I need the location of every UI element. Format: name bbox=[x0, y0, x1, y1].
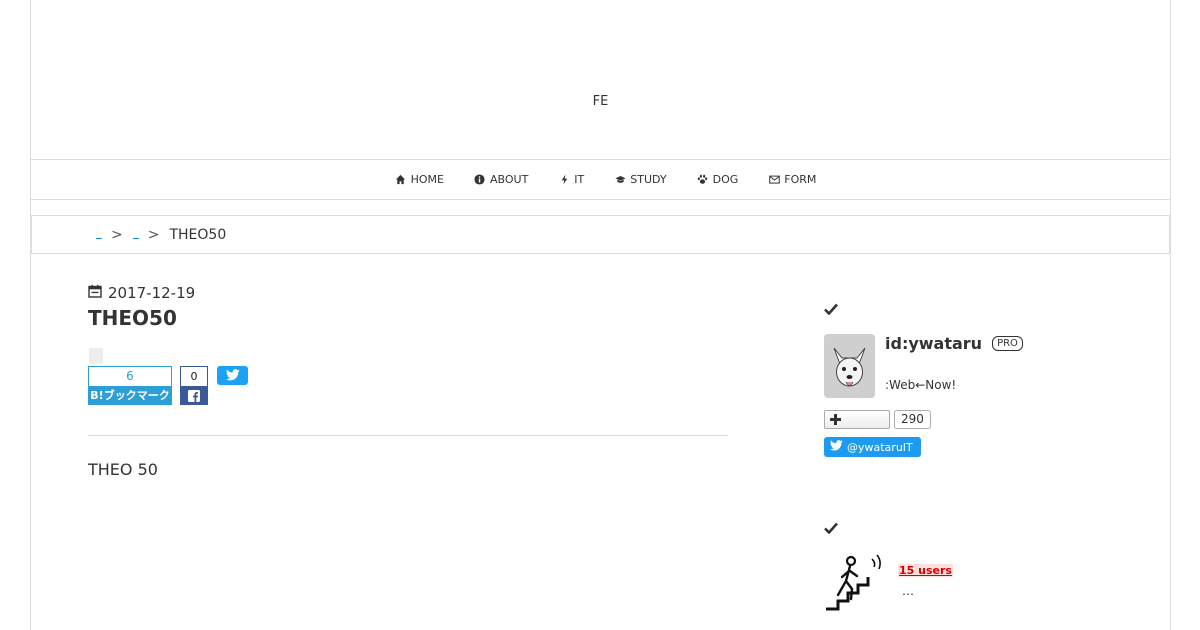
profile-description: :Web←Now! bbox=[885, 378, 957, 392]
profile-id-link[interactable]: id:ywataru PRO bbox=[885, 334, 1023, 353]
global-nav: HOME ABOUT IT STUDY DOG FORM bbox=[31, 160, 1170, 200]
nav-item-study[interactable]: STUDY bbox=[614, 173, 667, 186]
nav-label: DOG bbox=[712, 173, 739, 186]
entry-body: THEO 50 bbox=[88, 460, 158, 479]
follow-button[interactable] bbox=[824, 410, 890, 429]
page-wrapper: FE HOME ABOUT IT STUDY DOG FORM > > THEO… bbox=[30, 0, 1171, 630]
nav-label: HOME bbox=[410, 173, 444, 186]
sidebar-entry: 15 users … bbox=[824, 551, 1124, 613]
hatena-bookmark-button[interactable]: 6 B!ブックマーク bbox=[88, 366, 172, 406]
nav-label: FORM bbox=[784, 173, 817, 186]
nav-item-form[interactable]: FORM bbox=[768, 173, 816, 186]
breadcrumb-link-home[interactable] bbox=[96, 231, 102, 239]
entry-date-text: 2017-12-19 bbox=[108, 284, 196, 302]
nav-item-it[interactable]: IT bbox=[558, 173, 584, 186]
stairs-climber-image[interactable] bbox=[824, 551, 886, 613]
graduation-cap-icon bbox=[614, 174, 626, 186]
profile-text: id:ywataru PRO :Web←Now! bbox=[885, 334, 1023, 398]
pro-badge: PRO bbox=[992, 336, 1023, 351]
twitter-share-button[interactable] bbox=[217, 366, 248, 385]
twitter-follow-button[interactable]: @ywataruIT bbox=[824, 437, 921, 457]
hatena-bookmark-label: B!ブックマーク bbox=[88, 386, 172, 405]
breadcrumb-link-category[interactable] bbox=[132, 231, 139, 239]
share-buttons: 6 B!ブックマーク 0 bbox=[88, 366, 728, 406]
follower-count[interactable]: 290 bbox=[894, 410, 931, 429]
sidebar-entry-info: 15 users … bbox=[898, 559, 953, 613]
profile-id: id:ywataru bbox=[885, 334, 983, 353]
home-icon bbox=[395, 174, 407, 186]
entry-title[interactable]: THEO50 bbox=[88, 306, 728, 334]
nav-label: STUDY bbox=[630, 173, 667, 186]
category-label[interactable] bbox=[89, 348, 103, 364]
profile-module: id:ywataru PRO :Web←Now! bbox=[824, 334, 1124, 398]
facebook-share-count: 0 bbox=[180, 366, 208, 386]
breadcrumb-separator: > bbox=[147, 226, 160, 243]
breadcrumb-separator: > bbox=[111, 226, 123, 243]
breadcrumb-current: THEO50 bbox=[169, 226, 227, 243]
nav-label: IT bbox=[574, 173, 585, 186]
paw-icon bbox=[697, 174, 709, 186]
sidebar-entry-snippet: … bbox=[902, 584, 914, 598]
breadcrumb: > > THEO50 bbox=[31, 215, 1170, 254]
nav-item-home[interactable]: HOME bbox=[395, 173, 444, 186]
hatena-bookmark-count[interactable]: 6 bbox=[88, 366, 172, 386]
sidebar: id:ywataru PRO :Web←Now! 290 @ywataruIT bbox=[824, 300, 1124, 613]
bolt-icon bbox=[558, 174, 570, 186]
calendar-icon bbox=[88, 284, 102, 302]
nav-item-dog[interactable]: DOG bbox=[697, 173, 739, 186]
users-badge[interactable]: 15 users bbox=[898, 564, 953, 577]
envelope-icon bbox=[768, 174, 780, 186]
site-header: FE bbox=[31, 0, 1170, 160]
entry-divider bbox=[88, 435, 728, 436]
nav-item-about[interactable]: ABOUT bbox=[474, 173, 528, 186]
plus-icon bbox=[830, 410, 841, 429]
facebook-icon bbox=[180, 386, 208, 405]
facebook-share-button[interactable]: 0 bbox=[180, 366, 208, 406]
avatar[interactable] bbox=[824, 334, 875, 398]
twitter-handle: @ywataruIT bbox=[847, 440, 913, 454]
check-icon bbox=[824, 300, 838, 316]
follow-row: 290 bbox=[824, 410, 1124, 429]
twitter-icon bbox=[225, 366, 240, 385]
nav-label: ABOUT bbox=[489, 173, 529, 186]
check-icon bbox=[824, 519, 838, 535]
entry-main: 2017-12-19 THEO50 6 B!ブックマーク 0 THEO 50 bbox=[88, 282, 728, 479]
entry-date[interactable]: 2017-12-19 bbox=[88, 282, 728, 304]
twitter-icon bbox=[830, 440, 843, 454]
site-title[interactable]: FE bbox=[31, 94, 1170, 109]
info-icon bbox=[474, 174, 486, 186]
